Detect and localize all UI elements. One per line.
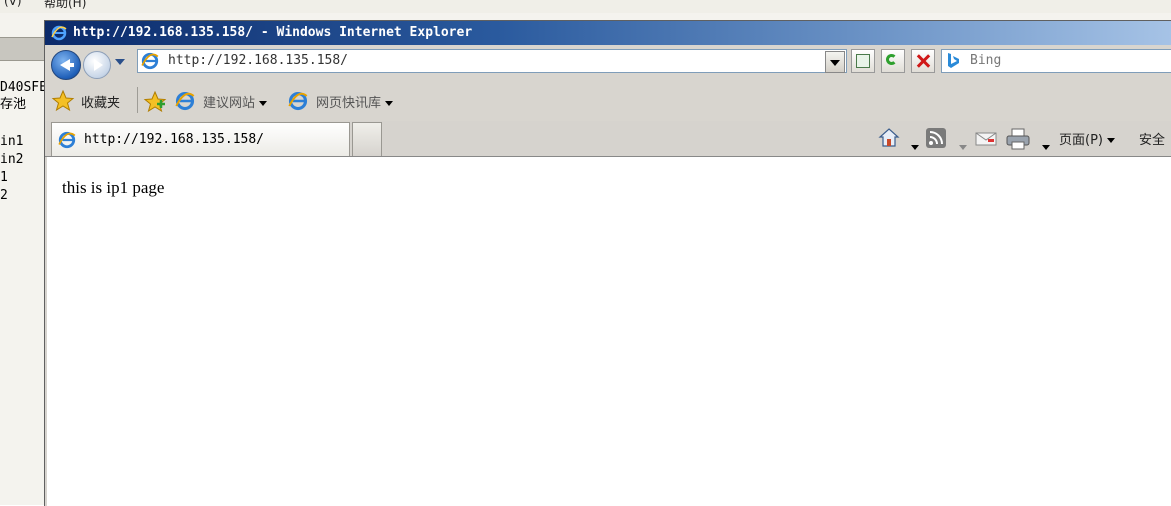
background-text-line: 存池 bbox=[0, 97, 27, 112]
chevron-down-icon[interactable] bbox=[955, 137, 967, 156]
ie-logo-icon bbox=[51, 25, 67, 45]
refresh-button[interactable] bbox=[881, 49, 905, 73]
background-text-line: 2 bbox=[0, 188, 8, 203]
chevron-down-icon[interactable] bbox=[907, 137, 919, 156]
chevron-down-icon[interactable] bbox=[1038, 137, 1050, 156]
add-to-favorites-bar-icon[interactable] bbox=[143, 90, 167, 118]
title-bar[interactable]: http://192.168.135.158/ - Windows Intern… bbox=[45, 21, 1171, 45]
background-text-line: in2 bbox=[0, 152, 24, 167]
tab-bar: http://192.168.135.158/ 页面(P) 安全 bbox=[45, 121, 1171, 157]
web-slice-gallery-button[interactable]: 网页快讯库 bbox=[316, 92, 394, 111]
address-bar[interactable]: http://192.168.135.158/ bbox=[137, 49, 847, 73]
favorites-star-icon[interactable] bbox=[51, 89, 75, 117]
search-placeholder: Bing bbox=[970, 53, 1002, 68]
background-menu-bar: (V) 帮助(H) bbox=[0, 0, 1171, 13]
suggested-sites-label: 建议网站 bbox=[203, 96, 256, 111]
background-text-line: 1 bbox=[0, 170, 8, 185]
favorites-bar: 收藏夹 建议网站 网页快讯库 bbox=[45, 81, 1171, 121]
stop-button[interactable] bbox=[911, 49, 935, 73]
tab-current[interactable]: http://192.168.135.158/ bbox=[51, 122, 350, 156]
page-ie-icon bbox=[141, 52, 159, 74]
page-menu-button[interactable]: 页面(P) bbox=[1059, 129, 1115, 148]
read-mail-icon[interactable] bbox=[974, 127, 998, 153]
chevron-down-icon bbox=[1106, 138, 1115, 143]
background-text-line: D40SFE bbox=[0, 80, 47, 95]
favorites-button[interactable]: 收藏夹 bbox=[81, 92, 120, 111]
compatibility-view-button[interactable] bbox=[851, 49, 875, 73]
back-button[interactable] bbox=[51, 50, 81, 80]
background-toolbar bbox=[0, 37, 45, 61]
background-text-line: in1 bbox=[0, 134, 24, 149]
print-icon[interactable] bbox=[1005, 127, 1031, 155]
page-menu-label: 页面(P) bbox=[1059, 133, 1103, 148]
web-slice-ie-icon bbox=[288, 91, 308, 115]
suggested-sites-button[interactable]: 建议网站 bbox=[203, 92, 268, 111]
bing-icon bbox=[946, 52, 959, 70]
web-slice-gallery-label: 网页快讯库 bbox=[316, 96, 382, 111]
ie-window: http://192.168.135.158/ - Windows Intern… bbox=[44, 20, 1171, 506]
favorites-separator bbox=[137, 87, 138, 113]
feeds-icon[interactable] bbox=[925, 127, 947, 153]
chevron-down-icon bbox=[259, 101, 268, 106]
background-menu-item-help[interactable]: 帮助(H) bbox=[44, 0, 86, 11]
forward-button[interactable] bbox=[83, 51, 111, 79]
new-tab-button[interactable] bbox=[352, 122, 382, 156]
tab-ie-icon bbox=[58, 131, 76, 153]
address-url: http://192.168.135.158/ bbox=[168, 53, 349, 68]
chevron-down-icon bbox=[385, 101, 394, 106]
safety-menu-button[interactable]: 安全 bbox=[1139, 129, 1165, 148]
home-icon[interactable] bbox=[878, 127, 900, 153]
navigation-bar: http://192.168.135.158/ Bing bbox=[45, 45, 1171, 81]
recent-pages-dropdown-icon[interactable] bbox=[115, 59, 125, 65]
search-box[interactable]: Bing bbox=[941, 49, 1171, 73]
window-title: http://192.168.135.158/ - Windows Intern… bbox=[73, 25, 473, 40]
address-dropdown-button[interactable] bbox=[825, 51, 845, 73]
background-menu-item-view[interactable]: (V) bbox=[4, 0, 22, 8]
suggested-sites-ie-icon bbox=[175, 91, 195, 115]
page-body-text: this is ip1 page bbox=[62, 178, 165, 197]
page-content: this is ip1 page bbox=[47, 157, 1171, 506]
tab-label: http://192.168.135.158/ bbox=[84, 132, 265, 147]
